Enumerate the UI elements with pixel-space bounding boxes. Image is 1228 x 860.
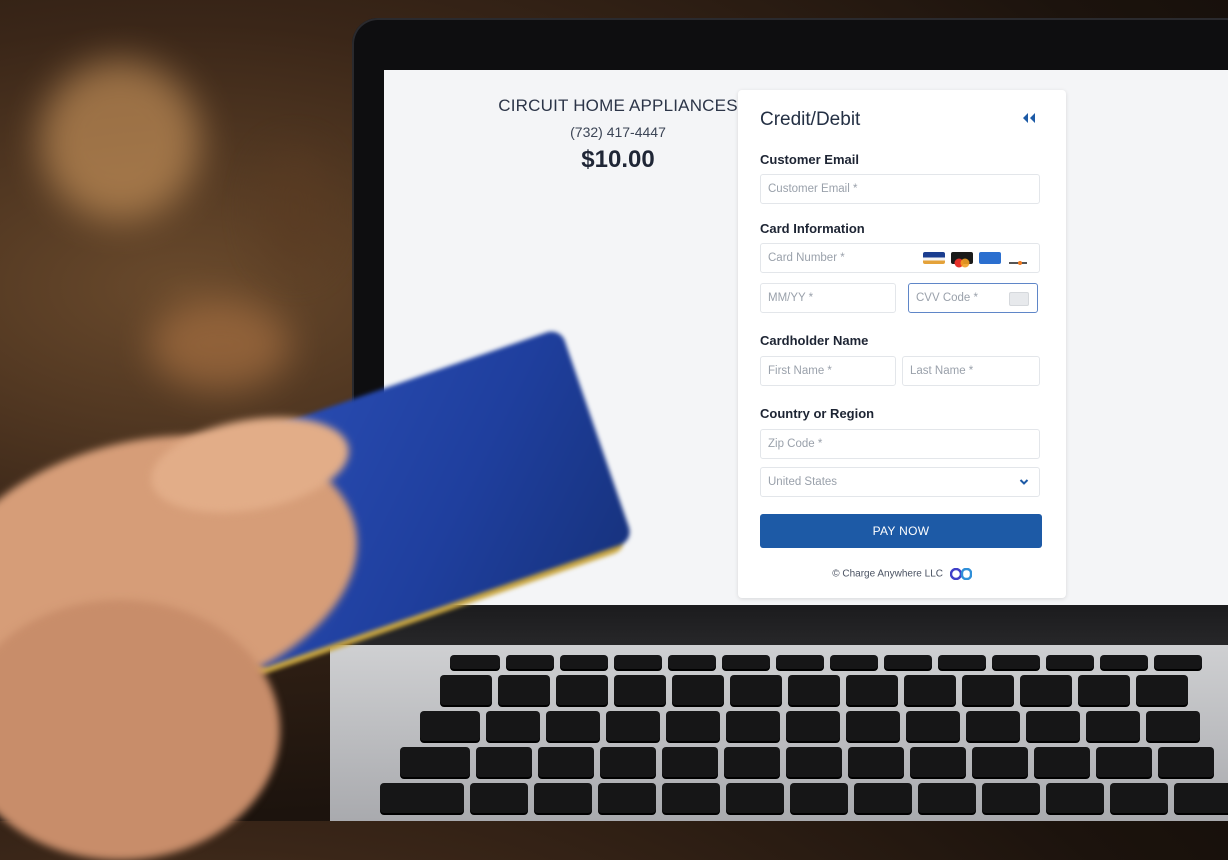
pay-now-button[interactable]: PAY NOW (760, 514, 1042, 548)
section-label-country: Country or Region (760, 406, 875, 421)
merchant-name: CIRCUIT HOME APPLIANCES (498, 96, 738, 115)
footer-copyright: © Charge Anywhere LLC (832, 568, 943, 580)
keyboard-row (400, 747, 1214, 777)
section-label-email: Customer Email (760, 152, 859, 167)
payment-amount: $10.00 (581, 146, 655, 173)
first-name-field[interactable]: First Name * (760, 356, 896, 386)
panel-title: Credit/Debit (760, 109, 861, 130)
zip-code-field[interactable]: Zip Code * (760, 429, 1040, 459)
cvv-field[interactable]: CVV Code * (908, 283, 1038, 313)
footer: © Charge Anywhere LLC (738, 568, 1066, 580)
last-name-field[interactable]: Last Name * (902, 356, 1040, 386)
email-field[interactable]: Customer Email * (760, 174, 1040, 204)
merchant-phone: (732) 417-4447 (570, 124, 666, 140)
discover-icon (1007, 252, 1029, 265)
amex-icon (979, 252, 1001, 264)
mastercard-icon (951, 252, 973, 268)
laptop-keyboard (330, 645, 1228, 821)
keyboard-row (420, 711, 1200, 741)
charge-anywhere-logo-icon (949, 568, 972, 580)
chevron-down-icon (1019, 479, 1029, 485)
expiry-field[interactable]: MM/YY * (760, 283, 896, 313)
double-chevron-left-icon[interactable] (1022, 112, 1036, 124)
card-number-field[interactable]: Card Number * (760, 243, 1040, 273)
card-brand-logos (923, 252, 1029, 268)
cvv-placeholder: CVV Code * (916, 292, 979, 304)
section-label-card: Card Information (760, 221, 865, 236)
merchant-info: CIRCUIT HOME APPLIANCES (732) 417-4447 $… (458, 96, 778, 174)
section-label-cardholder: Cardholder Name (760, 333, 869, 348)
card-number-placeholder: Card Number * (768, 252, 845, 264)
cvv-card-icon (1009, 292, 1029, 306)
country-select[interactable]: United States (760, 467, 1040, 497)
payment-panel: Credit/Debit Customer Email Customer Ema… (738, 90, 1066, 598)
country-selected-value: United States (768, 476, 838, 488)
keyboard-row (380, 783, 1228, 813)
keyboard-row (440, 675, 1188, 705)
visa-icon (923, 252, 945, 264)
